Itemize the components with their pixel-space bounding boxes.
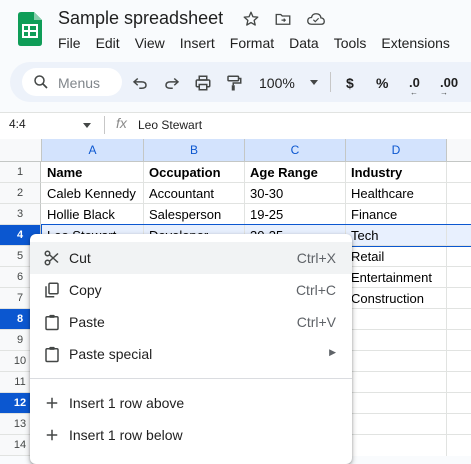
table-cell[interactable]: Entertainment — [346, 267, 446, 288]
row-header-1[interactable]: 1 — [0, 162, 41, 183]
menu-format[interactable]: Format — [230, 35, 274, 51]
header-cell-industry[interactable]: Industry — [346, 162, 446, 183]
menu-item-cut[interactable]: Cut Ctrl+X — [30, 242, 352, 274]
menu-item-shortcut: Ctrl+V — [296, 314, 336, 330]
redo-icon[interactable] — [163, 74, 181, 92]
plus-icon — [43, 426, 61, 444]
zoom-select[interactable]: 100% — [259, 75, 295, 91]
table-cell[interactable]: Hollie Black — [42, 204, 143, 225]
column-header-b[interactable]: B — [144, 139, 245, 162]
menu-data[interactable]: Data — [289, 35, 319, 51]
menu-tools[interactable]: Tools — [334, 35, 367, 51]
currency-format-button[interactable]: $ — [346, 75, 354, 91]
column-header-e[interactable] — [447, 139, 471, 162]
menu-item-label: Paste — [69, 314, 105, 330]
formula-bar — [0, 112, 471, 140]
menu-view[interactable]: View — [135, 35, 165, 51]
paint-format-icon[interactable] — [225, 74, 243, 92]
table-cell[interactable]: 19-25 — [245, 204, 345, 225]
table-cell[interactable]: Caleb Kennedy — [42, 183, 143, 204]
column-header-c[interactable]: C — [245, 139, 346, 162]
header-cell-name[interactable]: Name — [42, 162, 143, 183]
plus-icon — [43, 394, 61, 412]
menu-item-label: Insert 1 row below — [69, 427, 183, 443]
select-all-corner[interactable] — [0, 139, 42, 162]
table-cell[interactable]: Accountant — [144, 183, 244, 204]
submenu-arrow-icon: ▶ — [329, 347, 336, 357]
formula-input[interactable]: Leo Stewart — [138, 118, 202, 132]
menu-item-label: Copy — [69, 282, 102, 298]
percent-format-button[interactable]: % — [376, 75, 388, 91]
undo-icon[interactable] — [131, 74, 149, 92]
table-cell[interactable]: Finance — [346, 204, 446, 225]
header-cell-age-range[interactable]: Age Range — [245, 162, 345, 183]
copy-icon — [43, 281, 61, 299]
menu-insert[interactable]: Insert — [180, 35, 215, 51]
move-folder-icon[interactable] — [274, 10, 292, 28]
menu-edit[interactable]: Edit — [96, 35, 120, 51]
arrow-right-icon: → — [440, 88, 448, 97]
fx-icon: fx — [116, 115, 127, 131]
menu-item-copy[interactable]: Copy Ctrl+C — [30, 274, 352, 306]
table-cell[interactable]: 30-30 — [245, 183, 345, 204]
menu-bar: File Edit View Insert Format Data Tools … — [58, 35, 465, 51]
cloud-saved-icon[interactable] — [306, 10, 325, 28]
menu-divider — [30, 378, 352, 379]
menu-item-shortcut: Ctrl+C — [295, 282, 336, 298]
table-cell[interactable]: Construction — [346, 288, 446, 309]
scissors-icon — [43, 249, 61, 267]
menu-item-insert-row-above[interactable]: Insert 1 row above — [30, 387, 352, 419]
clipboard-icon — [43, 313, 61, 331]
arrow-left-icon: ← — [410, 88, 418, 97]
menu-extensions[interactable]: Extensions — [381, 35, 449, 51]
sheets-logo-icon[interactable] — [18, 12, 42, 46]
row-header-2[interactable]: 2 — [0, 183, 41, 204]
star-icon[interactable] — [242, 10, 260, 28]
name-box[interactable]: 4:4 — [9, 117, 26, 131]
menu-item-label: Insert 1 row above — [69, 395, 185, 411]
print-icon[interactable] — [194, 74, 212, 92]
menu-item-label: Paste special — [69, 346, 153, 362]
clipboard-icon — [43, 345, 61, 363]
search-placeholder: Menus — [58, 75, 101, 91]
table-cell[interactable]: Healthcare — [346, 183, 446, 204]
menu-item-paste-special[interactable]: Paste special ▶ — [30, 338, 352, 370]
formula-divider — [104, 116, 105, 134]
column-header-d[interactable]: D — [346, 139, 447, 162]
toolbar-divider — [330, 72, 331, 92]
table-cell[interactable]: Retail — [346, 246, 446, 267]
menu-item-shortcut: Ctrl+X — [296, 250, 336, 266]
name-box-dropdown-icon[interactable] — [83, 123, 91, 128]
table-cell[interactable]: Salesperson — [144, 204, 244, 225]
column-header-a[interactable]: A — [42, 139, 144, 162]
row-header-3[interactable]: 3 — [0, 204, 41, 225]
menu-item-paste[interactable]: Paste Ctrl+V — [30, 306, 352, 338]
zoom-dropdown-icon[interactable] — [310, 80, 318, 85]
menu-item-insert-row-below[interactable]: Insert 1 row below — [30, 419, 352, 451]
grid-line — [446, 162, 447, 456]
menu-item-label: Cut — [69, 250, 91, 266]
document-title[interactable]: Sample spreadsheet — [58, 8, 223, 29]
menu-file[interactable]: File — [58, 35, 81, 51]
header-cell-occupation[interactable]: Occupation — [144, 162, 244, 183]
search-icon — [32, 73, 50, 91]
